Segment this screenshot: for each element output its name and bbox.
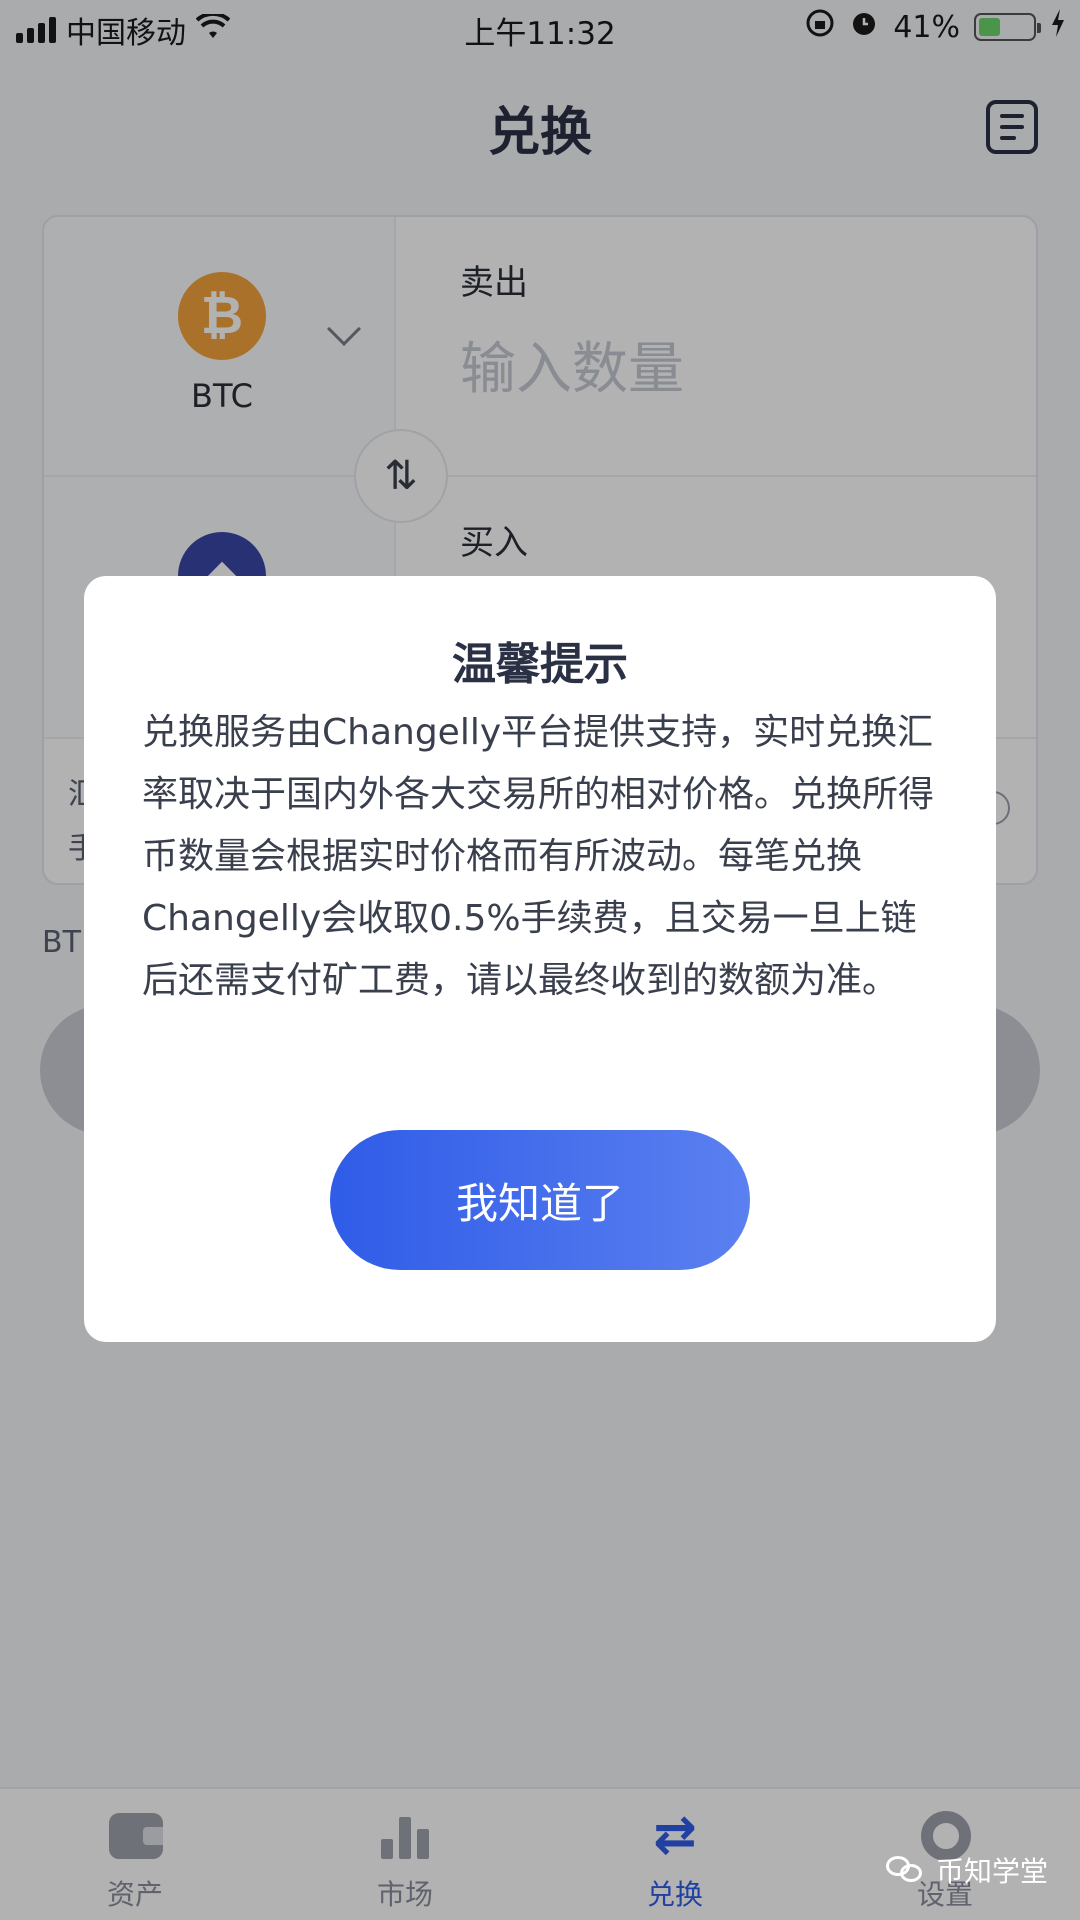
watermark: 币知学堂 <box>885 1850 1048 1890</box>
notice-dialog: 温馨提示 兑换服务由Changelly平台提供支持，实时兑换汇率取决于国内外各大… <box>84 576 996 1342</box>
wechat-icon <box>885 1854 926 1886</box>
watermark-text: 币知学堂 <box>935 1855 1048 1888</box>
confirm-button[interactable]: 我知道了 <box>330 1130 750 1270</box>
dialog-body: 兑换服务由Changelly平台提供支持，实时兑换汇率取决于国内外各大交易所的相… <box>142 712 935 1001</box>
dialog-title: 温馨提示 <box>452 639 628 690</box>
